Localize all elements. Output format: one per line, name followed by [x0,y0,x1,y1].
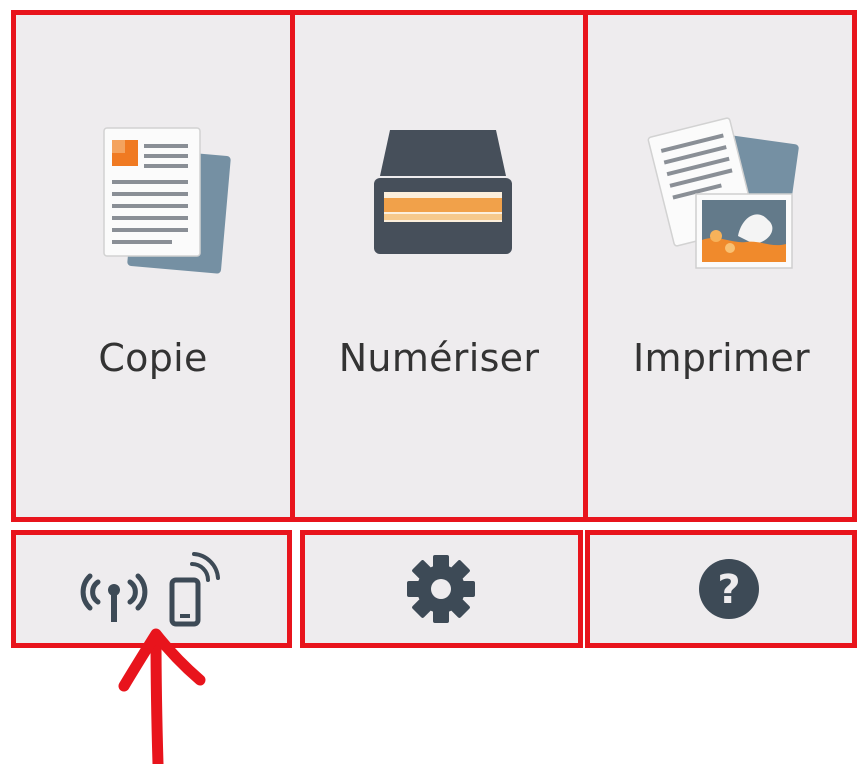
annotation-arrow [118,628,206,764]
settings-button[interactable] [302,534,580,644]
copy-label: Copie [98,336,208,380]
tile-scan[interactable]: Numériser [294,14,584,519]
gear-icon [407,555,475,623]
help-button[interactable]: ? [590,534,857,644]
print-photo-icon [647,117,799,269]
tile-print[interactable]: Imprimer [586,14,857,519]
scanner-icon [374,130,512,254]
scan-label: Numériser [338,336,540,380]
copy-document-icon [103,127,231,274]
help-glyph: ? [717,567,740,613]
tile-copy[interactable]: Copie [14,14,292,519]
wireless-direct-icon [80,552,220,627]
help-icon: ? [699,559,759,619]
print-label: Imprimer [633,336,810,380]
tile-divider [291,18,293,518]
